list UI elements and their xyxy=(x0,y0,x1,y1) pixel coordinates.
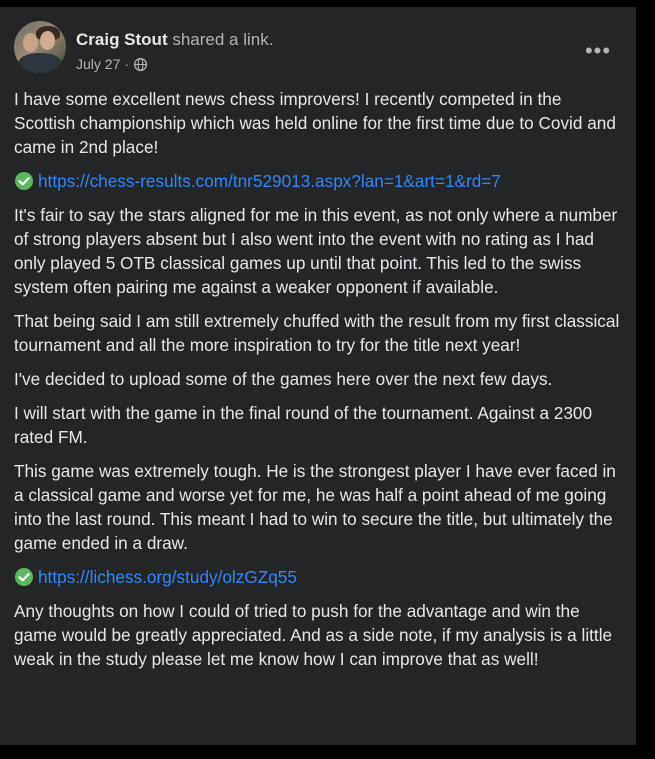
post-meta: July 27 · xyxy=(76,56,148,72)
chess-results-link[interactable]: https://chess-results.com/tnr529013.aspx… xyxy=(38,169,501,193)
avatar[interactable] xyxy=(14,21,66,73)
post-paragraph: That being said I am still extremely chu… xyxy=(14,311,620,355)
check-mark-icon xyxy=(15,172,33,190)
check-mark-icon xyxy=(15,568,33,586)
post-paragraph: Any thoughts on how I could of tried to … xyxy=(14,601,613,669)
author-name[interactable]: Craig Stout xyxy=(76,30,168,49)
avatar-face-right xyxy=(40,31,55,50)
lichess-study-link[interactable]: https://lichess.org/study/olzGZq55 xyxy=(38,565,297,589)
post-action-text: shared a link. xyxy=(172,30,274,49)
more-options-button[interactable]: ••• xyxy=(580,38,616,63)
post-paragraph: I've decided to upload some of the games… xyxy=(14,369,553,389)
author-line: Craig Stout shared a link. xyxy=(76,30,273,50)
post-body: I have some excellent news chess improve… xyxy=(14,87,622,681)
post-card: Craig Stout shared a link. July 27 · •••… xyxy=(0,7,636,745)
link-row: https://lichess.org/study/olzGZq55 xyxy=(14,565,622,589)
post-paragraph: I will start with the game in the final … xyxy=(14,403,593,447)
post-header: Craig Stout shared a link. July 27 · ••• xyxy=(14,21,622,75)
link-row: https://chess-results.com/tnr529013.aspx… xyxy=(14,169,622,193)
meta-separator: · xyxy=(124,56,130,72)
post-paragraph: It's fair to say the stars aligned for m… xyxy=(14,205,618,297)
avatar-body xyxy=(18,53,62,73)
globe-icon[interactable] xyxy=(133,57,148,72)
post-date[interactable]: July 27 xyxy=(76,56,120,72)
post-paragraph: This game was extremely tough. He is the… xyxy=(14,461,616,553)
avatar-face-left xyxy=(23,33,38,52)
more-options-icon: ••• xyxy=(584,38,612,63)
post-paragraph: I have some excellent news chess improve… xyxy=(14,89,616,157)
